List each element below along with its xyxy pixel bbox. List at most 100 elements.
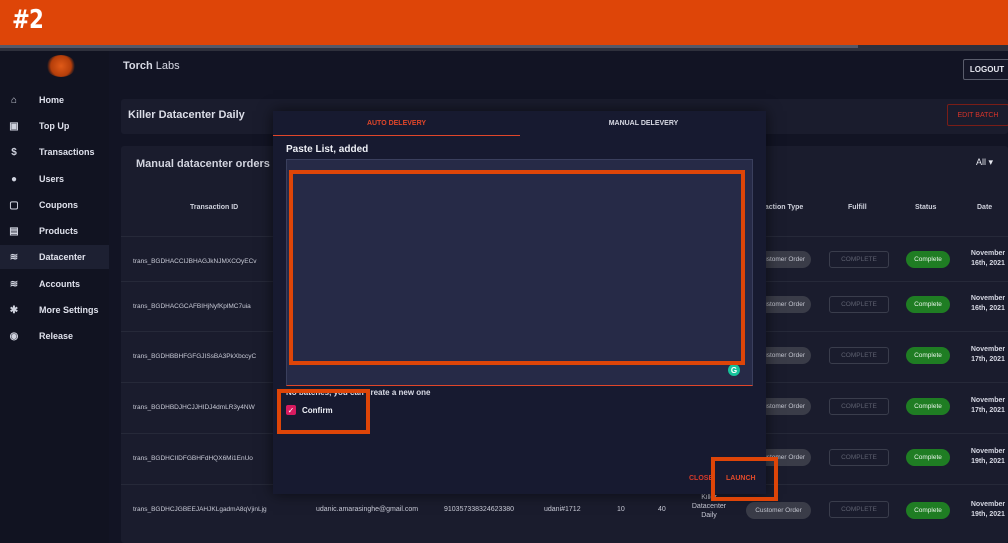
sidebar-item-transactions[interactable]: $ Transactions: [0, 140, 109, 164]
coupon-icon: ▢: [9, 199, 19, 211]
sidebar-item-label: Coupons: [39, 200, 78, 210]
fulfill-button[interactable]: COMPLETE: [829, 398, 889, 415]
transaction-id: trans_BGDHBDJHCJJHIDJ4dmLR3y4NW: [133, 404, 255, 411]
sidebar-item-label: Transactions: [39, 147, 95, 157]
quantity: 10: [617, 506, 625, 513]
column-header-transaction-id[interactable]: Transaction ID: [190, 204, 238, 211]
sidebar-item-accounts[interactable]: ≋ Accounts: [0, 272, 109, 296]
sidebar-item-label: Top Up: [39, 121, 70, 131]
brand-name: Torch: [123, 60, 153, 72]
home-icon: ⌂: [10, 94, 18, 106]
order-type-badge: Customer Order: [746, 502, 811, 519]
sidebar-item-label: Products: [39, 226, 79, 236]
discord-user: udani#1712: [544, 506, 581, 513]
banner-divider: [0, 45, 1008, 51]
sidebar-item-label: More Settings: [39, 305, 99, 315]
batch-title: Killer Datacenter Daily: [128, 109, 245, 121]
sidebar-item-coupons[interactable]: ▢ Coupons: [0, 193, 109, 217]
date-month: November: [970, 397, 1006, 404]
banner: #2: [0, 0, 1008, 45]
order-date: November 17th, 2021: [966, 396, 1008, 416]
paste-list-label: Paste List, added: [286, 144, 369, 155]
torch-logo-icon[interactable]: [46, 55, 76, 77]
discord-id: 910357338324623380: [444, 506, 515, 513]
date-month: November: [970, 250, 1006, 257]
sidebar-item-datacenter[interactable]: ≋ Datacenter: [0, 245, 109, 269]
sidebar-item-label: Users: [39, 174, 65, 184]
highlight-confirm: [277, 389, 370, 434]
status-badge: Complete: [906, 502, 950, 519]
sidebar: ⌂ Home ▣ Top Up $ Transactions ● Users ▢…: [0, 51, 109, 543]
column-header-date[interactable]: Date: [977, 204, 992, 211]
status-badge: Complete: [906, 449, 950, 466]
order-date: November 17th, 2021: [966, 345, 1008, 365]
date-day: 17th, 2021: [971, 407, 1005, 414]
sidebar-item-products[interactable]: ▤ Products: [0, 219, 109, 243]
date-day: 16th, 2021: [971, 260, 1005, 267]
transaction-id: trans_BGDHBBHFGFGJISsBA3PkXbccyC: [133, 353, 257, 360]
fulfill-button[interactable]: COMPLETE: [829, 296, 889, 313]
grammarly-icon[interactable]: G: [728, 364, 740, 376]
close-button[interactable]: CLOSE: [689, 475, 713, 482]
order-date: November 19th, 2021: [966, 447, 1008, 467]
date-day: 19th, 2021: [971, 458, 1005, 465]
order-date: November 19th, 2021: [966, 500, 1008, 520]
transaction-id: trans_BGDHACGCAFBIHjNyfKplMC7uia: [133, 303, 251, 310]
tab-auto-delivery[interactable]: AUTO DELEVERY: [273, 111, 520, 136]
sidebar-item-label: Accounts: [39, 279, 81, 289]
app-title: Torch Labs: [123, 60, 180, 72]
fulfill-button[interactable]: COMPLETE: [829, 251, 889, 268]
user-icon: ●: [10, 173, 18, 185]
banner-title: #2: [12, 5, 44, 35]
column-header-type[interactable]: saction Type: [761, 204, 803, 211]
globe-icon: ◉: [9, 330, 19, 342]
transaction-id: trans_BGDHACCIJBHAGJkNJMXCOyECv: [133, 258, 257, 265]
date-month: November: [970, 501, 1006, 508]
customer-email: udanic.amarasinghe@gmail.com: [316, 506, 419, 513]
batch-name-line: Datacenter: [691, 503, 727, 510]
sidebar-item-label: Datacenter: [39, 252, 86, 262]
date-month: November: [970, 346, 1006, 353]
date-month: November: [970, 295, 1006, 302]
fulfill-button[interactable]: COMPLETE: [829, 449, 889, 466]
order-date: November 16th, 2021: [966, 294, 1008, 314]
amount: 40: [658, 506, 666, 513]
wallet-icon: ▣: [9, 120, 19, 132]
edit-batch-button[interactable]: EDIT BATCH: [947, 104, 1008, 126]
sidebar-item-label: Home: [39, 95, 65, 105]
date-day: 17th, 2021: [971, 356, 1005, 363]
batch-name-line: Daily: [701, 512, 717, 519]
tab-manual-delivery[interactable]: MANUAL DELEVERY: [520, 111, 767, 136]
fulfill-button[interactable]: COMPLETE: [829, 501, 889, 518]
orders-title: Manual datacenter orders t: [136, 158, 277, 170]
column-header-status[interactable]: Status: [915, 204, 936, 211]
logout-button[interactable]: LOGOUT: [963, 59, 1008, 80]
transaction-id: trans_BGDHCJGBEEJAHJKLgadmA8qVjinLjg: [133, 506, 267, 513]
fulfill-button[interactable]: COMPLETE: [829, 347, 889, 364]
date-day: 16th, 2021: [971, 305, 1005, 312]
transaction-id: trans_BGDHCIIDFGBHFdHQX6Mi1EnUo: [133, 455, 253, 462]
sidebar-item-more-settings[interactable]: ✱ More Settings: [0, 298, 109, 322]
sidebar-item-top-up[interactable]: ▣ Top Up: [0, 114, 109, 138]
briefcase-icon: ▤: [9, 225, 19, 237]
status-badge: Complete: [906, 251, 950, 268]
gear-icon: ✱: [9, 304, 19, 316]
sidebar-item-label: Release: [39, 331, 74, 341]
brand-suffix: Labs: [152, 60, 180, 72]
highlight-launch: [711, 457, 778, 501]
date-day: 19th, 2021: [971, 511, 1005, 518]
status-badge: Complete: [906, 296, 950, 313]
sidebar-item-users[interactable]: ● Users: [0, 167, 109, 191]
wifi-icon: ≋: [9, 278, 19, 290]
date-month: November: [970, 448, 1006, 455]
filter-dropdown[interactable]: All ▾: [976, 157, 993, 168]
highlight-paste-area: [289, 170, 745, 365]
dollar-icon: $: [11, 146, 17, 158]
status-badge: Complete: [906, 398, 950, 415]
wifi-icon: ≋: [9, 251, 19, 263]
status-badge: Complete: [906, 347, 950, 364]
sidebar-item-home[interactable]: ⌂ Home: [0, 88, 109, 112]
sidebar-item-release[interactable]: ◉ Release: [0, 324, 109, 348]
column-header-fulfill[interactable]: Fulfill: [848, 204, 867, 211]
order-date: November 16th, 2021: [966, 249, 1008, 269]
